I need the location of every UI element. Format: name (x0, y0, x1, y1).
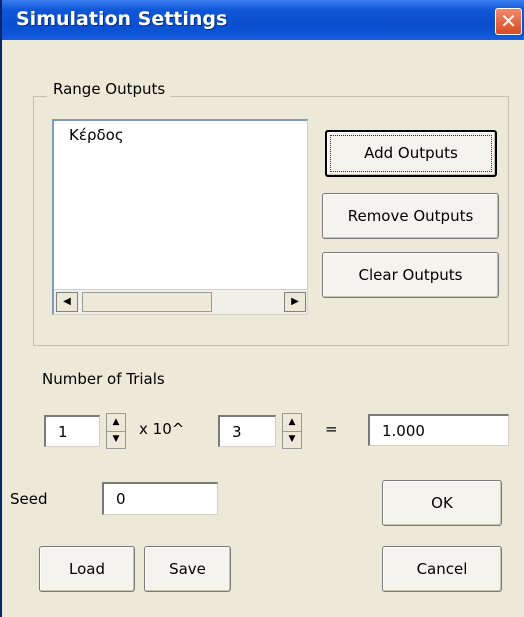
simulation-settings-dialog: Simulation Settings ✕ Range Outputs Κέρδ… (0, 0, 524, 617)
ok-button[interactable]: OK (382, 480, 502, 526)
trials-mantissa-field[interactable]: 1 (44, 415, 100, 447)
range-outputs-legend: Range Outputs (47, 80, 172, 98)
spin-up-icon[interactable]: ▲ (283, 414, 301, 432)
list-item[interactable]: Κέρδος (69, 126, 124, 144)
seed-label: Seed (10, 490, 48, 508)
save-button[interactable]: Save (144, 546, 231, 592)
scroll-right-icon[interactable]: ▶ (284, 292, 306, 312)
cancel-button[interactable]: Cancel (382, 546, 502, 592)
scroll-left-icon[interactable]: ◀ (56, 292, 78, 312)
scroll-thumb[interactable] (82, 292, 212, 312)
total-trials-field: 1.000 (368, 414, 509, 446)
close-button[interactable]: ✕ (495, 8, 522, 35)
spin-down-icon[interactable]: ▼ (107, 431, 125, 448)
spin-up-icon[interactable]: ▲ (107, 414, 125, 432)
seed-field[interactable]: 0 (102, 482, 218, 515)
mantissa-spinner[interactable]: ▲ ▼ (106, 413, 126, 449)
window-title: Simulation Settings (16, 8, 228, 30)
trials-exponent-field[interactable]: 3 (218, 415, 276, 447)
equals-label: = (325, 420, 338, 438)
outputs-listbox[interactable]: Κέρδος ◀ ▶ (52, 119, 308, 315)
close-icon: ✕ (500, 9, 517, 33)
add-outputs-button[interactable]: Add Outputs (325, 130, 497, 177)
exponent-spinner[interactable]: ▲ ▼ (282, 413, 302, 449)
remove-outputs-button[interactable]: Remove Outputs (322, 193, 499, 239)
times-ten-power-label: x 10^ (139, 420, 185, 438)
number-of-trials-label: Number of Trials (42, 370, 165, 388)
title-bar[interactable]: Simulation Settings ✕ (2, 0, 524, 40)
spin-down-icon[interactable]: ▼ (283, 431, 301, 448)
load-button[interactable]: Load (39, 546, 135, 592)
horizontal-scrollbar[interactable]: ◀ ▶ (54, 289, 307, 314)
focus-rect (330, 135, 492, 172)
clear-outputs-button[interactable]: Clear Outputs (322, 252, 499, 298)
